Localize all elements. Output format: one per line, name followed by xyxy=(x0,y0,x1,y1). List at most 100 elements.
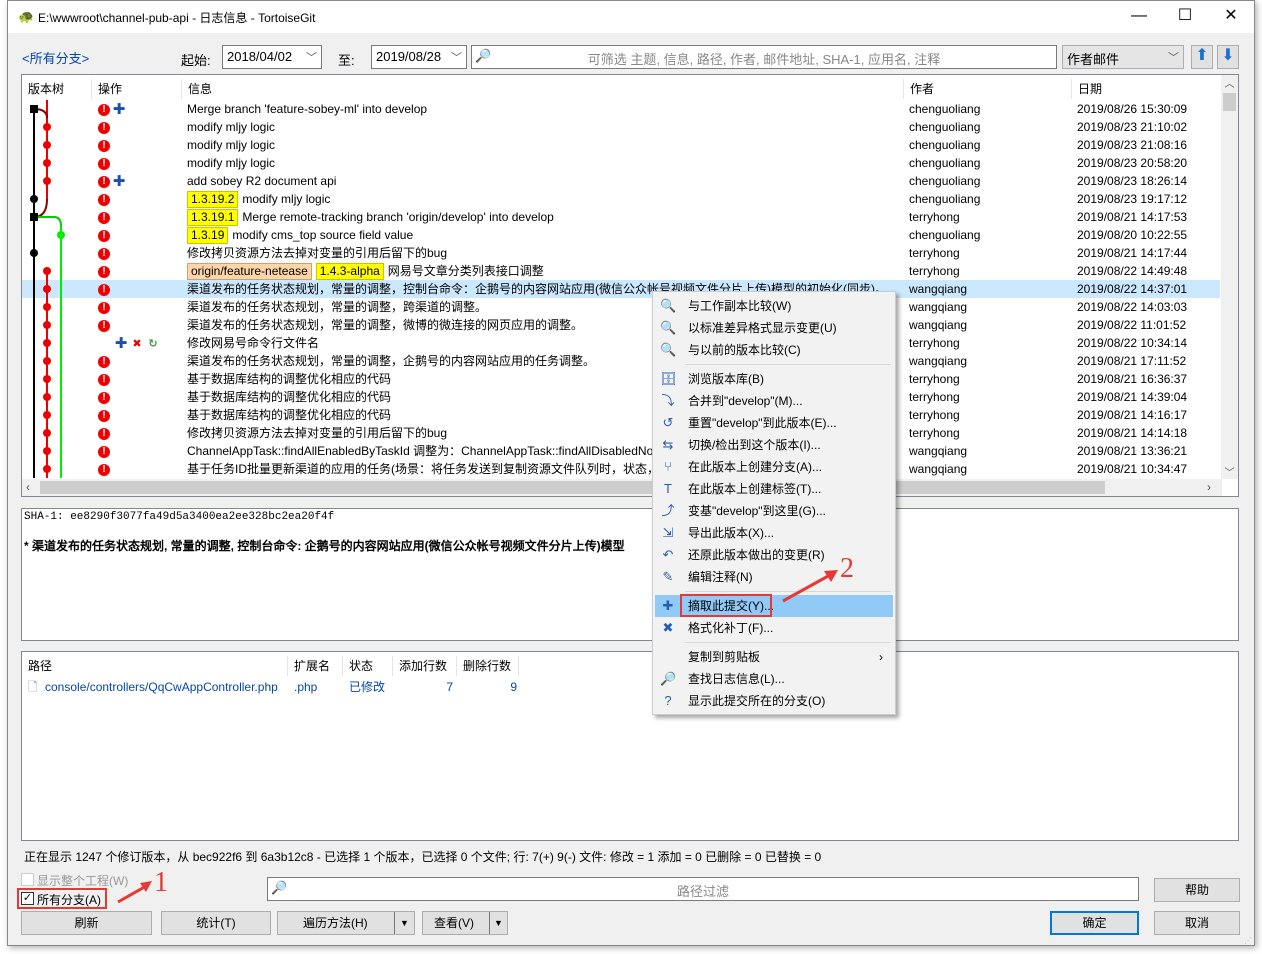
menu-item[interactable]: 🔍 与以前的版本比较(C) xyxy=(655,339,893,361)
column-header-path[interactable]: 路径 xyxy=(22,656,288,676)
menu-item[interactable]: ? 显示此提交所在的分支(O) xyxy=(655,690,893,712)
commit-detail-pane[interactable]: SHA-1: ee8290f3077fa49d5a3400ea2ee328bc2… xyxy=(21,508,1239,641)
scroll-thumb[interactable] xyxy=(1223,93,1236,111)
author-cell: chenguoliang xyxy=(909,156,981,170)
scroll-up-icon[interactable]: ︿ xyxy=(1221,75,1238,90)
menu-item[interactable]: ↺ 重置"develop"到此版本(E)... xyxy=(655,412,893,434)
menu-item-icon: ↺ xyxy=(662,415,674,430)
horizontal-scrollbar[interactable]: ‹ › xyxy=(22,479,1222,496)
maximize-button[interactable]: ☐ xyxy=(1162,1,1208,33)
hscroll-thumb[interactable] xyxy=(40,481,1105,494)
dropdown-arrow-icon[interactable]: ▼ xyxy=(394,912,414,934)
revision-row[interactable]: ! modify mljy logic chenguoliang 2019/08/23… xyxy=(22,136,1220,154)
menu-item[interactable]: 复制到剪贴板 › xyxy=(655,646,893,668)
path-filter-input[interactable]: 🔎 路径过滤 xyxy=(267,877,1139,901)
graph-commit-node xyxy=(43,123,51,131)
column-header-added[interactable]: 添加行数 xyxy=(393,656,457,676)
arrow-up-icon[interactable]: ⬆ xyxy=(1191,45,1213,69)
revision-row[interactable]: ✚ ✖ ↻ 修改网易号命令行文件名 terryhong 2019/08/22 10:34:… xyxy=(22,334,1220,352)
revision-row[interactable]: ! ChannelAppTask::findAllEnabledByTaskId … xyxy=(22,442,1220,460)
graph-commit-node xyxy=(43,267,51,275)
log-search-input[interactable]: 🔎 可筛选 主题, 信息, 路径, 作者, 邮件地址, SHA-1, 应用名, … xyxy=(471,45,1057,69)
menu-item[interactable]: ⤴ 变基"develop"到这里(G)... xyxy=(655,500,893,522)
column-header-status[interactable]: 状态 xyxy=(343,656,393,676)
revision-row[interactable]: ! 1.3.19 modify cms_top source field value… xyxy=(22,226,1220,244)
graph-merge-node xyxy=(30,213,38,221)
revision-row[interactable]: ! 基于任务ID批量更新渠道的应用的任务(场景：将任务发送到复制资源文件队列时，状… xyxy=(22,460,1220,478)
revision-row[interactable]: ! 基于数据库结构的调整优化相应的代码 terryhong 2019/08/21 14… xyxy=(22,388,1220,406)
tag-label[interactable]: 1.3.19 xyxy=(187,227,229,244)
menu-item[interactable]: ✖ 格式化补丁(F)... xyxy=(655,617,893,639)
revision-row[interactable]: ! 基于数据库结构的调整优化相应的代码 terryhong 2019/08/21 16… xyxy=(22,370,1220,388)
column-header-author[interactable]: 作者 xyxy=(904,79,1072,99)
revision-row[interactable]: ! 渠道发布的任务状态规划，常量的调整，控制台命令：企鹅号的内容网站应用(微信公众… xyxy=(22,280,1220,298)
file-row[interactable]: 🗋 console/controllers/QqCwAppController.… xyxy=(22,678,522,696)
all-branches-link[interactable]: <所有分支> xyxy=(22,48,89,67)
from-date-picker[interactable]: 2018/04/02 ﹀ xyxy=(222,45,322,69)
menu-item[interactable]: 🔍 以标准差异格式显示变更(U) xyxy=(655,317,893,339)
date-cell: 2019/08/23 21:08:16 xyxy=(1077,138,1188,152)
revision-row[interactable]: ! 修改拷贝资源方法去掉对变量的引用后留下的bug terryhong 2019/08… xyxy=(22,244,1220,262)
graph-commit-node xyxy=(43,285,51,293)
dropdown-arrow-icon[interactable]: ▼ xyxy=(489,912,507,934)
arrow-down-icon[interactable]: ⬇ xyxy=(1217,45,1239,69)
tag-label[interactable]: 1.3.19.1 xyxy=(187,209,239,226)
column-header-actions[interactable]: 操作 xyxy=(92,79,182,99)
to-date-picker[interactable]: 2019/08/28 ﹀ xyxy=(371,45,467,69)
statistics-button[interactable]: 统计(T) xyxy=(161,911,271,935)
close-button[interactable]: ✕ xyxy=(1208,1,1254,33)
column-header-date[interactable]: 日期 xyxy=(1072,79,1222,99)
commit-message-cell: 1.3.19.1 Merge remote-tracking branch 'or… xyxy=(187,208,902,226)
revision-row[interactable]: ! modify mljy logic chenguoliang 2019/08/23… xyxy=(22,154,1220,172)
refresh-button[interactable]: 刷新 xyxy=(21,911,152,935)
revision-row[interactable]: ! 渠道发布的任务状态规划，常量的调整，企鹅号的内容网站应用的任务调整。 wangq… xyxy=(22,352,1220,370)
menu-item[interactable]: ⑂ 在此版本上创建分支(A)... xyxy=(655,456,893,478)
revision-row[interactable]: ! 1.3.19.1 Merge remote-tracking branch 'o… xyxy=(22,208,1220,226)
ok-button[interactable]: 确定 xyxy=(1050,911,1139,935)
annotation-box-1 xyxy=(17,888,107,909)
column-header-deleted[interactable]: 删除行数 xyxy=(457,656,519,676)
menu-item[interactable]: ⤵ 合并到"develop"(M)... xyxy=(655,390,893,412)
revision-row[interactable]: ! 修改拷贝资源方法去掉对变量的引用后留下的bug terryhong 2019/08… xyxy=(22,424,1220,442)
menu-item[interactable]: 🗄 浏览版本库(B) xyxy=(655,368,893,390)
menu-item[interactable]: ⇆ 切换/检出到这个版本(I)... xyxy=(655,434,893,456)
walk-method-button[interactable]: 遍历方法(H) ▼ xyxy=(277,911,415,935)
action-icons: ! xyxy=(98,262,112,280)
action-icons: ! xyxy=(98,280,112,298)
deleted-icon: ✖ xyxy=(132,337,142,350)
scroll-right-icon[interactable]: › xyxy=(1207,480,1211,494)
branch-ref-label[interactable]: origin/feature-netease xyxy=(187,263,312,280)
tag-label[interactable]: 1.4.3-alpha xyxy=(315,263,384,280)
menu-item-label: 导出此版本(X)... xyxy=(688,526,774,540)
revision-row[interactable]: ! 1.3.19.2 modify mljy logic chenguoliang 20… xyxy=(22,190,1220,208)
menu-item[interactable]: ⇲ 导出此版本(X)... xyxy=(655,522,893,544)
menu-item[interactable]: ✎ 编辑注释(N) xyxy=(655,566,893,588)
menu-item[interactable]: 🔍 与工作副本比较(W) xyxy=(655,295,893,317)
revision-row[interactable]: ! 基于数据库结构的调整优化相应的代码 terryhong 2019/08/21 14… xyxy=(22,406,1220,424)
revision-row[interactable]: ! origin/feature-netease 1.4.3-alpha 网易号文章分… xyxy=(22,262,1220,280)
revision-row[interactable]: ! ✚ Merge branch 'feature-sobey-ml' into d… xyxy=(22,100,1220,118)
help-button[interactable]: 帮助 xyxy=(1154,878,1240,902)
minimize-button[interactable]: — xyxy=(1116,1,1162,33)
filter-field-select[interactable]: 作者邮件 ﹀ xyxy=(1062,45,1184,69)
menu-item[interactable]: 🔎 查找日志信息(L)... xyxy=(655,668,893,690)
menu-item-icon: ⤵ xyxy=(661,393,675,408)
vertical-scrollbar[interactable]: ︿ ﹀ xyxy=(1221,75,1238,479)
scroll-down-icon[interactable]: ﹀ xyxy=(1221,464,1238,479)
revision-row[interactable]: ! modify mljy logic chenguoliang 2019/08/23… xyxy=(22,118,1220,136)
graph-commit-node xyxy=(43,303,51,311)
revision-row[interactable]: ! 渠道发布的任务状态规划，常量的调整，跨渠道的调整。 wangqiang 2019/… xyxy=(22,298,1220,316)
column-header-message[interactable]: 信息 xyxy=(182,79,904,99)
revision-row[interactable]: ! ✚ add sobey R2 document api chenguoliang 2… xyxy=(22,172,1220,190)
view-button[interactable]: 查看(V) ▼ xyxy=(422,911,508,935)
cancel-button[interactable]: 取消 xyxy=(1154,911,1240,935)
revision-row[interactable]: ! 渠道发布的任务状态规划，常量的调整，微博的微连接的网页应用的调整。 wangqi… xyxy=(22,316,1220,334)
column-header-ext[interactable]: 扩展名 xyxy=(288,656,343,676)
scroll-left-icon[interactable]: ‹ xyxy=(26,480,30,494)
menu-item[interactable]: ✚ 摘取此提交(Y)... xyxy=(655,594,893,617)
tag-label[interactable]: 1.3.19.2 xyxy=(187,191,239,208)
menu-item[interactable]: ↶ 还原此版本做出的变更(R) xyxy=(655,544,893,566)
column-header-graph[interactable]: 版本树 xyxy=(22,79,92,99)
resize-grip-icon[interactable]: ⋰ xyxy=(1244,936,1252,945)
menu-item[interactable]: T 在此版本上创建标签(T)... xyxy=(655,478,893,500)
